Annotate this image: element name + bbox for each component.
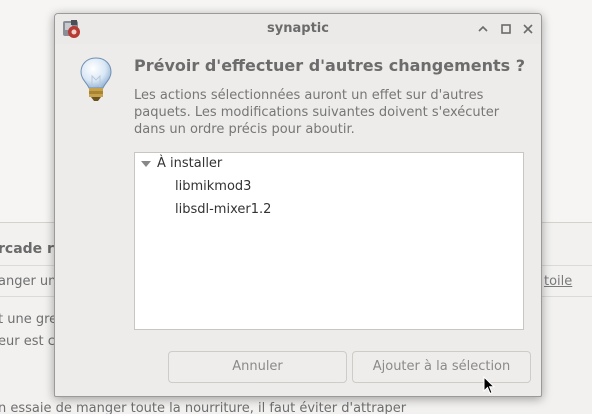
tree-group-label: À installer <box>157 156 223 171</box>
dialog-title: synaptic <box>267 21 329 36</box>
lightbulb-icon <box>80 57 112 101</box>
background-heading: rcade r <box>0 241 54 257</box>
cancel-button[interactable]: Annuler <box>168 351 347 383</box>
background-text-line: t une gre <box>0 312 58 327</box>
background-text-line: anger un <box>0 274 57 289</box>
add-to-selection-button[interactable]: Ajouter à la sélection <box>352 351 531 383</box>
background-text-line: eur est c <box>0 334 55 349</box>
square-icon[interactable] <box>498 21 514 37</box>
tree-item[interactable]: libsdl-mixer1.2 <box>175 199 271 221</box>
dialog-heading: Prévoir d'effectuer d'autres changements… <box>134 56 526 75</box>
mouse-pointer-icon <box>483 376 495 395</box>
dialog-titlebar[interactable]: synaptic <box>55 14 541 44</box>
dialog-window: synaptic Prévoir d'effectuer d'autres ch… <box>54 13 542 397</box>
background-link[interactable]: toile <box>544 274 572 289</box>
chevron-up-icon[interactable] <box>475 21 491 37</box>
expander-triangle-icon[interactable] <box>141 161 151 167</box>
tree-group-row[interactable]: À installer <box>135 153 523 175</box>
dialog-message: Les actions sélectionnées auront un effe… <box>134 88 500 137</box>
tree-item[interactable]: libmikmod3 <box>175 176 251 198</box>
background-text-line: n essaie de manger toute la nourriture, … <box>0 401 407 414</box>
changes-tree[interactable]: À installer libmikmod3 libsdl-mixer1.2 <box>134 152 524 330</box>
close-icon[interactable] <box>520 21 536 37</box>
